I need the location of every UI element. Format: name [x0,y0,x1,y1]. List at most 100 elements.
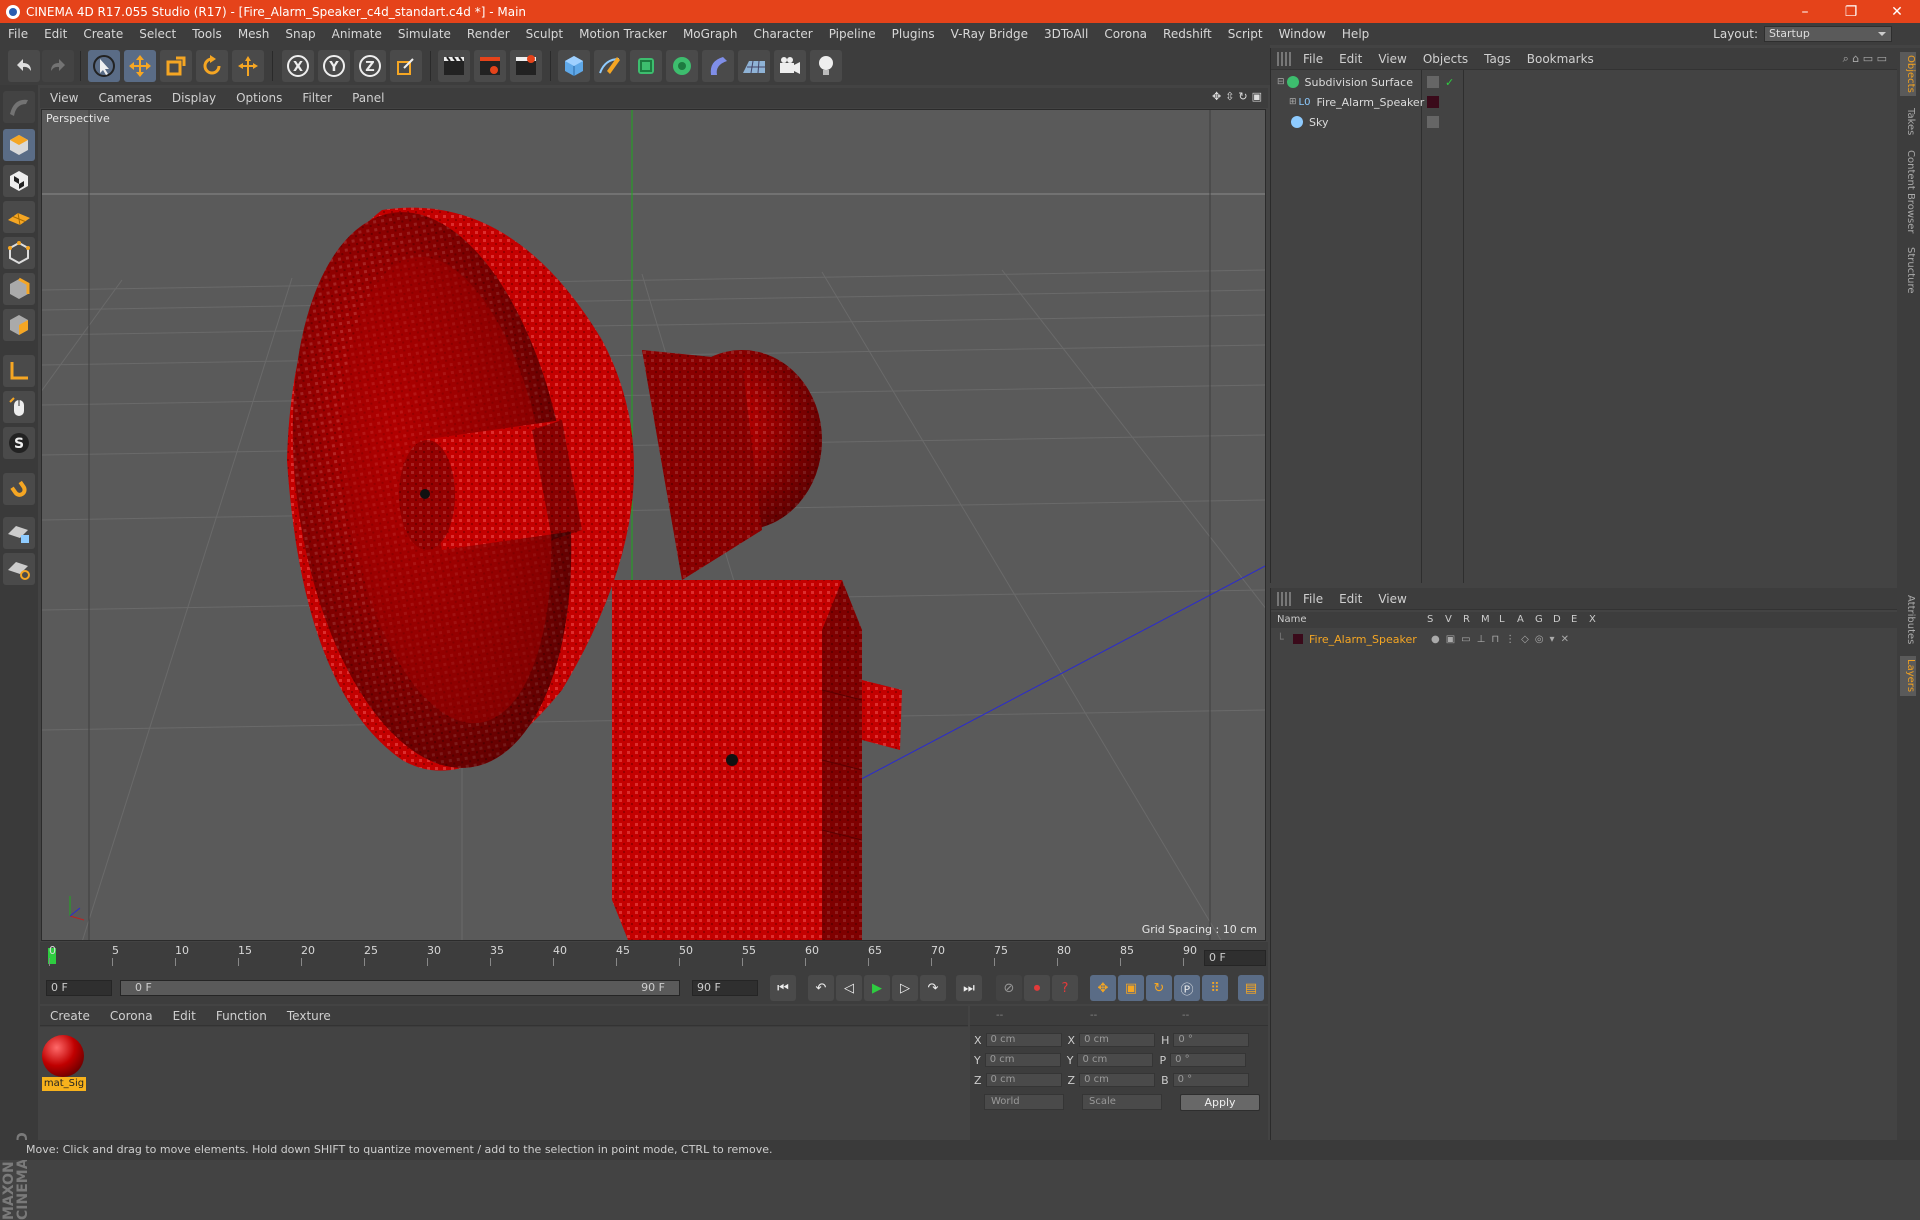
key-rotation-button[interactable]: ↻ [1146,975,1172,1001]
position-y-field[interactable]: 0 cm [984,1053,1061,1067]
material-swatch[interactable]: mat_Sig [42,1035,86,1093]
menu-animate[interactable]: Animate [324,27,390,41]
layer-toggle-icons[interactable]: ●▣▭⊥⊓⋮◇◎▾✕ [1431,634,1575,645]
tweak-mode-button[interactable] [3,391,35,423]
object-menu-bookmarks[interactable]: Bookmarks [1519,52,1602,66]
layer-swatch[interactable] [1427,116,1439,128]
layer-swatch[interactable] [1427,96,1439,108]
rotation-p-field[interactable]: 0 ° [1170,1053,1247,1067]
material-menu-function[interactable]: Function [206,1009,277,1023]
menu-window[interactable]: Window [1271,27,1334,41]
object-name[interactable]: Fire_Alarm_Speaker [1316,96,1424,109]
floor-button[interactable] [738,50,770,82]
menu-vray-bridge[interactable]: V-Ray Bridge [943,27,1036,41]
live-selection-button[interactable] [88,50,120,82]
viewport-menu-options[interactable]: Options [226,91,292,105]
material-menu-corona[interactable]: Corona [100,1009,163,1023]
texture-mode-button[interactable] [3,165,35,197]
key-parameter-button[interactable]: Ⓟ [1174,975,1200,1001]
object-row-fire-alarm-speaker[interactable]: ⊞ L0 Fire_Alarm_Speaker [1277,93,1897,111]
recent-tool-button[interactable] [232,50,264,82]
tab-attributes[interactable]: Attributes [1900,592,1916,648]
pen-spline-button[interactable] [594,50,626,82]
manager-column[interactable]: M [1481,614,1490,625]
size-mode-select[interactable]: Scale [1082,1094,1162,1110]
render-picture-viewer-button[interactable] [474,50,506,82]
enabled-check-icon[interactable]: ✓ [1445,76,1454,89]
position-z-field[interactable]: 0 cm [985,1073,1062,1087]
material-menu-texture[interactable]: Texture [277,1009,341,1023]
generators-column[interactable]: G [1535,614,1543,625]
edges-mode-button[interactable] [3,273,35,305]
key-pla-button[interactable]: ⠿ [1202,975,1228,1001]
menu-character[interactable]: Character [745,27,820,41]
maximize-view-icon[interactable]: ▣ [1252,90,1262,103]
current-frame-field[interactable]: 0 F [1204,950,1266,966]
object-row-subdivision-surface[interactable]: ⊟ Subdivision Surface ✓ [1277,73,1897,91]
layer-row[interactable]: └ Fire_Alarm_Speaker ●▣▭⊥⊓⋮◇◎▾✕ [1277,630,1897,648]
menu-pipeline[interactable]: Pipeline [821,27,884,41]
viewport-menu-cameras[interactable]: Cameras [88,91,161,105]
frame-range-slider[interactable]: 0 F 90 F [120,980,680,996]
locked-column[interactable]: L [1499,614,1505,625]
close-button[interactable]: ✕ [1874,0,1920,23]
enable-axis-button[interactable] [3,517,35,549]
object-menu-objects[interactable]: Objects [1415,52,1476,66]
tab-objects[interactable]: Objects [1900,52,1916,96]
tab-content-browser[interactable]: Content Browser [1900,148,1916,236]
rotate-tool-button[interactable] [196,50,228,82]
render-column[interactable]: R [1463,614,1470,625]
object-name[interactable]: Sky [1309,116,1328,129]
z-axis-button[interactable]: Z [354,50,386,82]
menu-mesh[interactable]: Mesh [230,27,278,41]
search-icon[interactable]: ⌕ ⌂ ▭ ▭ [1843,52,1887,66]
deformers-column[interactable]: D [1553,614,1561,625]
apply-button[interactable]: Apply [1180,1094,1260,1111]
next-frame-button[interactable]: ▷ [892,975,918,1001]
menu-3dtoall[interactable]: 3DToAll [1036,27,1096,41]
next-key-button[interactable]: ↷ [920,975,946,1001]
solo-column[interactable]: S [1427,614,1433,625]
render-view-button[interactable] [438,50,470,82]
coordinate-system-button[interactable] [390,50,422,82]
light-button[interactable] [810,50,842,82]
menu-simulate[interactable]: Simulate [390,27,459,41]
viewport-menu-display[interactable]: Display [162,91,226,105]
x-axis-button[interactable]: X [282,50,314,82]
minimize-button[interactable]: – [1782,0,1828,23]
perspective-viewport[interactable]: Perspective Grid Spacing : 10 cm [41,109,1266,941]
menu-motion-tracker[interactable]: Motion Tracker [571,27,675,41]
viewport-menu-panel[interactable]: Panel [342,91,394,105]
move-tool-button[interactable] [124,50,156,82]
tab-structure[interactable]: Structure [1900,244,1916,296]
end-frame-field[interactable]: 90 F [692,980,758,996]
xref-column[interactable]: X [1589,614,1596,625]
material-menu-edit[interactable]: Edit [163,1009,206,1023]
menu-plugins[interactable]: Plugins [884,27,943,41]
layer-menu-file[interactable]: File [1295,592,1331,606]
restore-button[interactable]: ❐ [1828,0,1874,23]
start-frame-field[interactable]: 0 F [46,980,112,996]
workplane-mode-button[interactable] [3,201,35,233]
object-name[interactable]: Subdivision Surface [1305,76,1413,89]
visible-column[interactable]: V [1445,614,1452,625]
key-scale-button[interactable]: ▣ [1118,975,1144,1001]
record-keys-button[interactable]: ⊘ [996,975,1022,1001]
coordinate-space-select[interactable]: World [984,1094,1064,1110]
size-x-field[interactable]: 0 cm [1079,1033,1156,1047]
menu-corona[interactable]: Corona [1096,27,1155,41]
redo-button[interactable] [42,50,74,82]
snapping-button[interactable] [3,473,35,505]
size-z-field[interactable]: 0 cm [1079,1073,1156,1087]
menu-file[interactable]: File [0,27,36,41]
model-mode-button[interactable] [3,129,35,161]
previous-frame-button[interactable]: ◁ [836,975,862,1001]
layout-select[interactable]: Startup [1764,26,1892,42]
menu-render[interactable]: Render [459,27,518,41]
rotation-b-field[interactable]: 0 ° [1172,1073,1249,1087]
menu-edit[interactable]: Edit [36,27,75,41]
goto-end-button[interactable]: ⏭ [956,975,982,1001]
locked-workplane-button[interactable] [3,553,35,585]
layer-color-swatch[interactable] [1293,634,1303,644]
subdivision-surface-button[interactable] [630,50,662,82]
